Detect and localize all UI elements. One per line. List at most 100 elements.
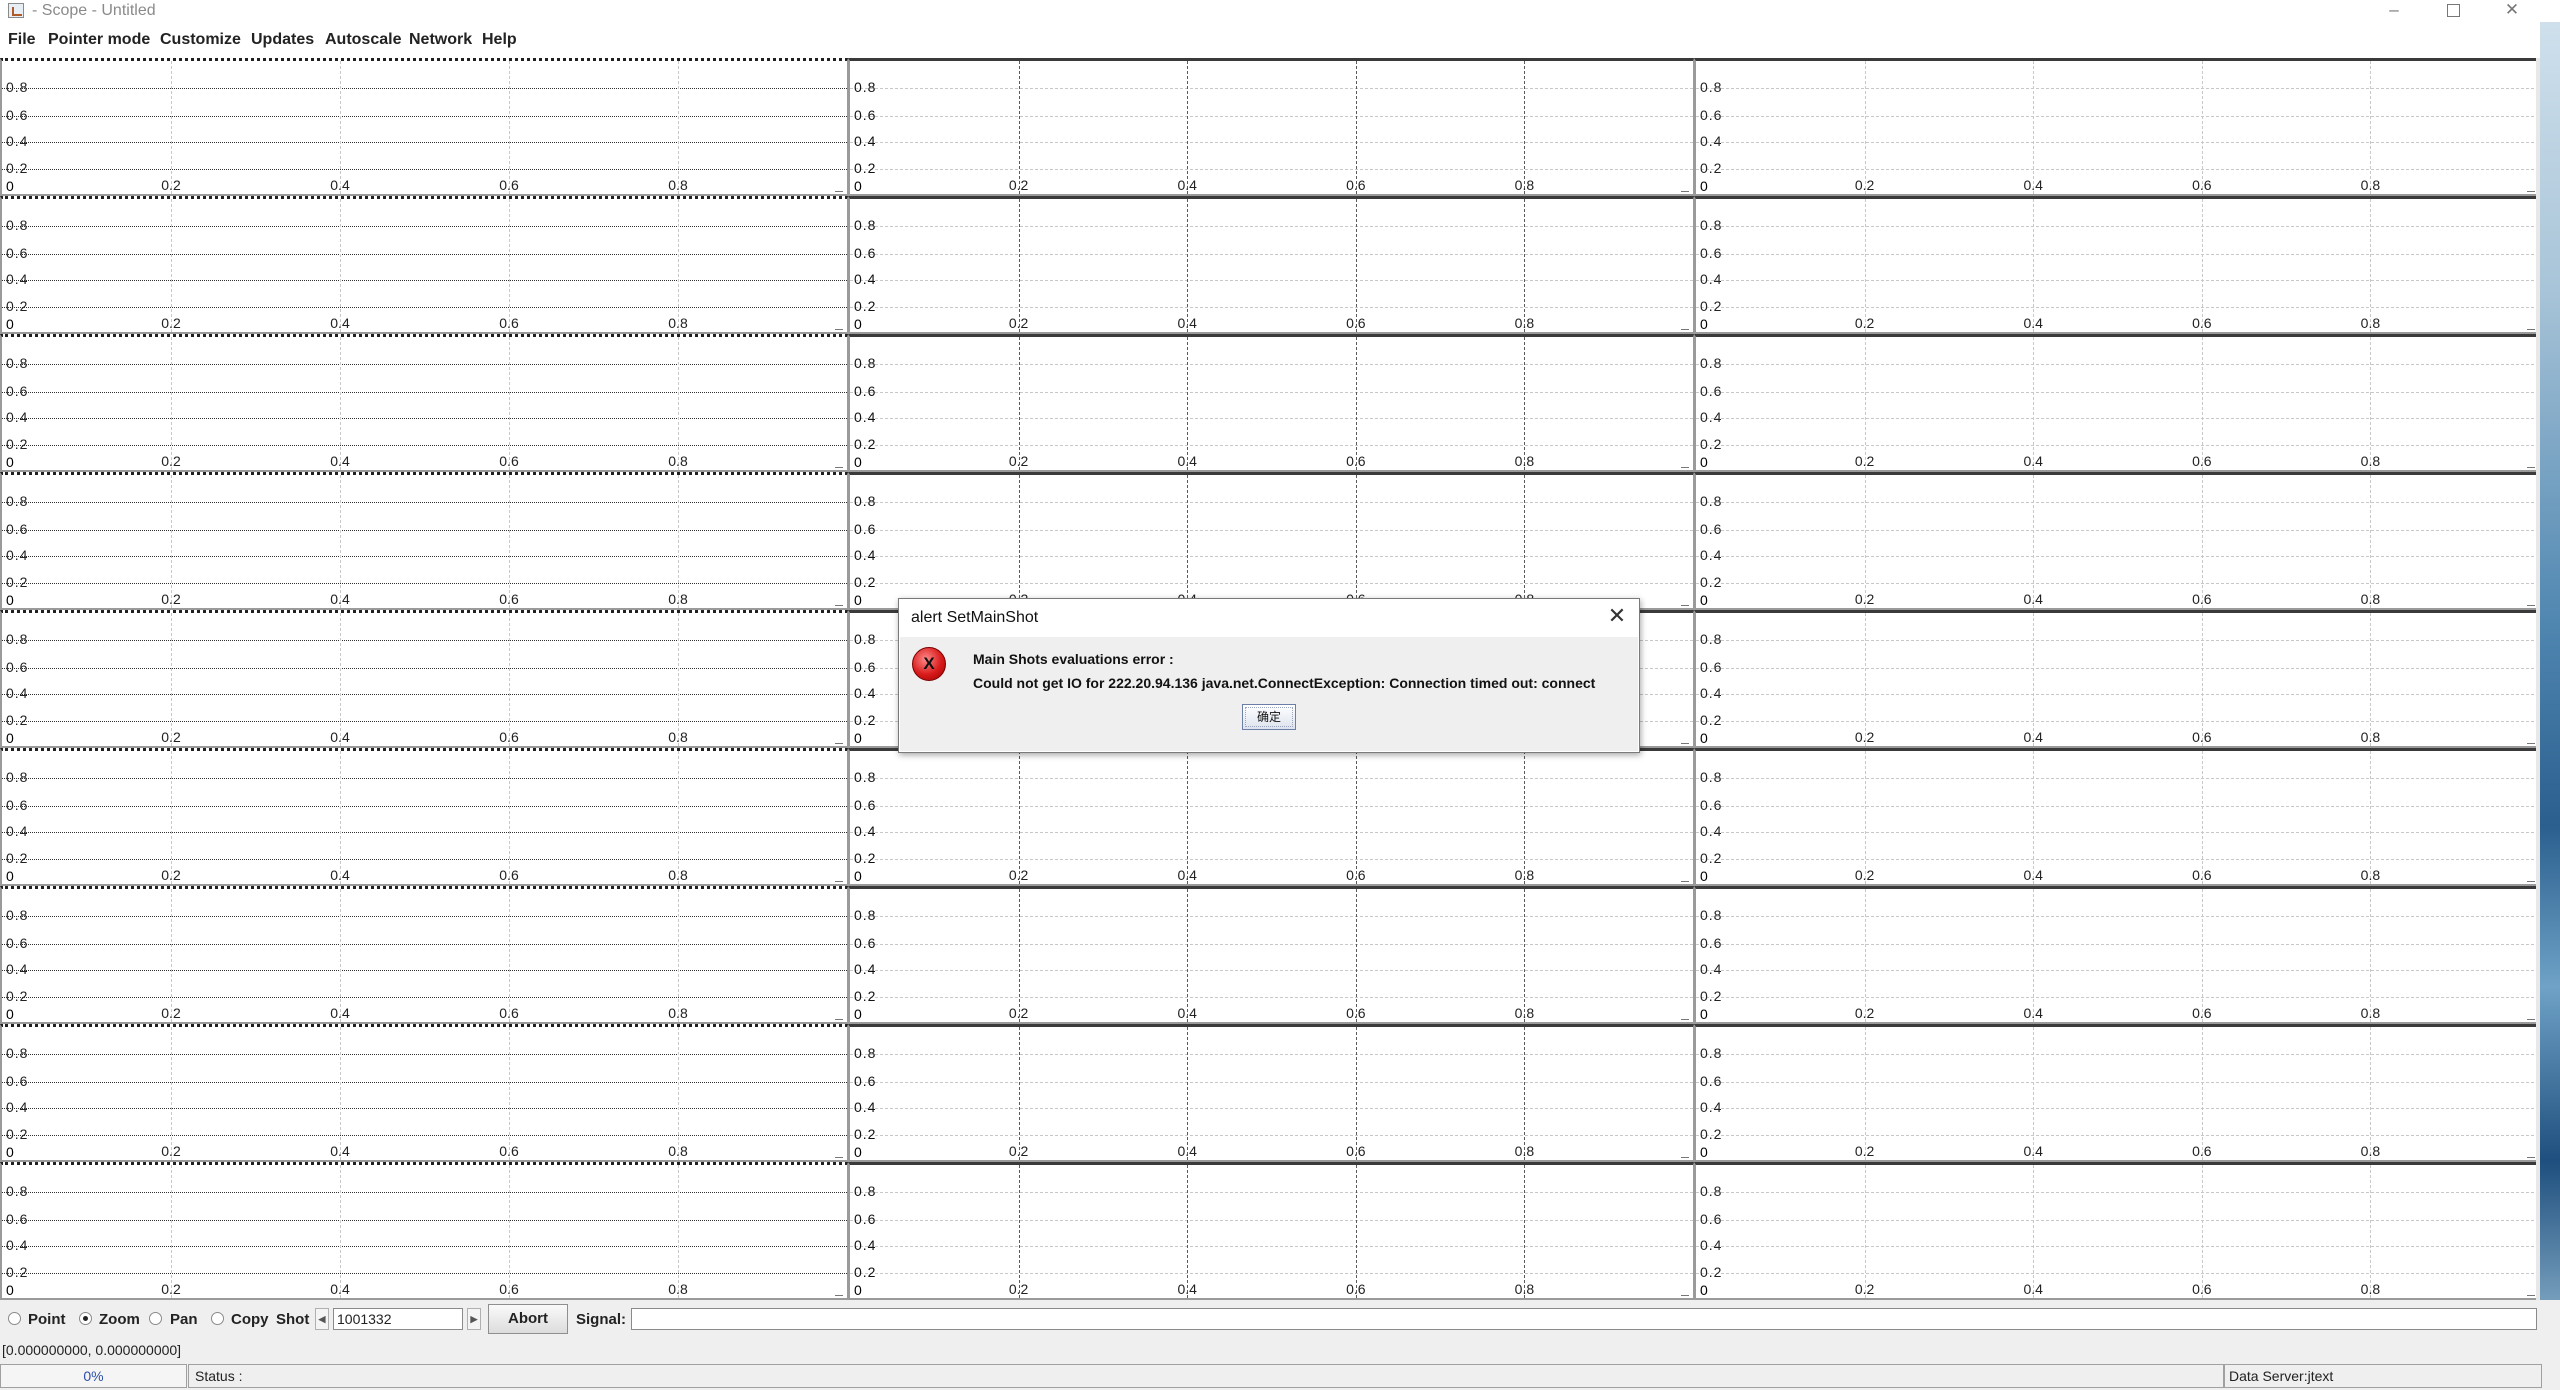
y-tick-label: 0.2 [1700, 711, 1723, 728]
waveform-panel[interactable]: 0.80.60.40.20.20.40.60.80 [0, 1162, 848, 1300]
grid-line-vertical [1018, 337, 1020, 470]
zoom-mode-radio[interactable] [79, 1312, 92, 1325]
y-tick-label: 0.8 [6, 78, 29, 95]
shot-number-input[interactable] [333, 1308, 463, 1330]
grid-line-horizontal [2, 720, 847, 722]
dialog-message-detail: Could not get IO for 222.20.94.136 java.… [973, 675, 1596, 691]
copy-mode-label[interactable]: Copy [231, 1311, 269, 1328]
grid-line-horizontal [2, 87, 847, 89]
waveform-panel[interactable]: 0.80.60.40.20.20.40.60.80 [0, 610, 848, 748]
next-shot-button[interactable]: ▶ [467, 1308, 481, 1330]
grid-line-horizontal [1696, 943, 2539, 945]
waveform-panel[interactable]: 0.80.60.40.20.20.40.60.80 [848, 1024, 1694, 1162]
pan-mode-radio[interactable] [149, 1312, 162, 1325]
grid-line-horizontal [850, 915, 1693, 917]
menu-autoscale[interactable]: Autoscale [325, 31, 401, 49]
grid-line-vertical [1355, 337, 1357, 470]
x-tick-label: 0.8 [2360, 1143, 2381, 1159]
grid-line-horizontal [2, 391, 847, 393]
x-tick-label: 0.2 [1854, 1005, 1875, 1021]
x-tick-label: 0.2 [161, 1281, 181, 1297]
waveform-panel[interactable]: 0.80.60.40.20.20.40.60.80 [848, 196, 1694, 334]
point-mode-radio[interactable] [8, 1312, 21, 1325]
grid-line-vertical [1355, 1027, 1357, 1160]
waveform-panel[interactable]: 0.80.60.40.20.20.40.60.80 [1694, 886, 2540, 1024]
x-tick-label: 0.6 [499, 315, 519, 331]
waveform-panel[interactable]: 0.80.60.40.20.20.40.60.80 [848, 58, 1694, 196]
pan-mode-label[interactable]: Pan [170, 1311, 198, 1328]
waveform-panel[interactable]: 0.80.60.40.20.20.40.60.80 [0, 58, 848, 196]
grid-line-vertical [1864, 613, 1866, 746]
waveform-panel[interactable]: 0.80.60.40.20.20.40.60.80 [1694, 196, 2540, 334]
x-tick-label: 0.4 [1177, 453, 1197, 469]
grid-line-vertical [2370, 889, 2372, 1022]
y-tick-label: 0.6 [854, 1210, 877, 1227]
origin-tick-label: 0 [6, 316, 14, 332]
menu-help[interactable]: Help [482, 31, 517, 49]
grid-line-vertical [1018, 889, 1020, 1022]
waveform-panel[interactable]: 0.80.60.40.20.20.40.60.80 [0, 334, 848, 472]
menu-network[interactable]: Network [409, 31, 472, 49]
x-tick-label: 0.8 [1514, 1005, 1535, 1021]
grid-line-vertical [2033, 61, 2035, 194]
y-tick-label: 0.4 [6, 1237, 29, 1254]
panel-resize-mark [835, 467, 843, 468]
waveform-panel[interactable]: 0.80.60.40.20.20.40.60.80 [0, 886, 848, 1024]
grid-line-horizontal [2, 996, 847, 998]
panel-resize-mark [2527, 1295, 2535, 1296]
copy-mode-radio[interactable] [211, 1312, 224, 1325]
waveform-panel[interactable]: 0.80.60.40.20.20.40.60.80 [1694, 58, 2540, 196]
origin-tick-label: 0 [854, 1006, 862, 1022]
x-tick-label: 0.2 [161, 453, 181, 469]
waveform-panel[interactable]: 0.80.60.40.20.20.40.60.80 [1694, 472, 2540, 610]
waveform-panel[interactable]: 0.80.60.40.20.20.40.60.80 [848, 334, 1694, 472]
x-tick-label: 0.2 [1008, 315, 1029, 331]
grid-line-horizontal [1696, 858, 2539, 860]
menu-pointer-mode[interactable]: Pointer mode [48, 31, 150, 49]
waveform-panel[interactable]: 0.80.60.40.20.20.40.60.80 [0, 196, 848, 334]
menu-file[interactable]: File [8, 31, 36, 49]
waveform-panel[interactable]: 0.80.60.40.20.20.40.60.80 [1694, 334, 2540, 472]
ok-button[interactable]: 确定 [1242, 704, 1296, 730]
menu-customize[interactable]: Customize [160, 31, 241, 49]
grid-line-vertical [1864, 1027, 1866, 1160]
previous-shot-button[interactable]: ◀ [315, 1308, 329, 1330]
waveform-panel[interactable]: 0.80.60.40.20.20.40.60.80 [848, 886, 1694, 1024]
zoom-mode-label[interactable]: Zoom [99, 1311, 140, 1328]
grid-line-vertical [340, 889, 341, 1022]
waveform-panel[interactable]: 0.80.60.40.20.20.40.60.80 [1694, 1024, 2540, 1162]
waveform-panel[interactable]: 0.80.60.40.20.20.40.60.80 [1694, 748, 2540, 886]
waveform-panel[interactable]: 0.80.60.40.20.20.40.60.80 [0, 1024, 848, 1162]
waveform-panel[interactable]: 0.80.60.40.20.20.40.60.80 [0, 472, 848, 610]
abort-button[interactable]: Abort [488, 1304, 568, 1334]
grid-line-vertical [2201, 61, 2203, 194]
waveform-panel[interactable]: 0.80.60.40.20.20.40.60.80 [1694, 1162, 2540, 1300]
y-tick-label: 0.8 [1700, 492, 1723, 509]
point-mode-label[interactable]: Point [28, 1311, 66, 1328]
waveform-panel[interactable]: 0.80.60.40.20.20.40.60.80 [848, 472, 1694, 610]
close-window-button[interactable]: ✕ [2483, 0, 2541, 22]
x-tick-label: 0.6 [2192, 867, 2212, 883]
maximize-button[interactable] [2424, 0, 2482, 22]
signal-input[interactable] [631, 1308, 2537, 1330]
dialog-close-button[interactable]: ✕ [1605, 603, 1629, 629]
waveform-panel[interactable]: 0.80.60.40.20.20.40.60.80 [0, 748, 848, 886]
waveform-panel[interactable]: 0.80.60.40.20.20.40.60.80 [848, 1162, 1694, 1300]
y-tick-label: 0.8 [1700, 1044, 1723, 1061]
grid-line-horizontal [1696, 363, 2539, 365]
minimize-button[interactable]: – [2365, 0, 2423, 22]
x-tick-label: 0.8 [668, 1281, 688, 1297]
grid-line-vertical [1864, 1165, 1866, 1298]
grid-line-horizontal [1696, 225, 2539, 227]
waveform-panel[interactable]: 0.80.60.40.20.20.40.60.80 [1694, 610, 2540, 748]
x-tick-label: 0.6 [499, 1281, 519, 1297]
grid-line-vertical [678, 475, 679, 608]
panel-resize-mark [835, 1157, 843, 1158]
panel-resize-mark [2527, 191, 2535, 192]
grid-line-horizontal [2, 694, 847, 696]
panel-resize-mark [835, 605, 843, 606]
menu-updates[interactable]: Updates [251, 31, 314, 49]
waveform-panel[interactable]: 0.80.60.40.20.20.40.60.80 [848, 748, 1694, 886]
grid-line-horizontal [850, 501, 1693, 503]
x-tick-label: 0.4 [2023, 1005, 2043, 1021]
